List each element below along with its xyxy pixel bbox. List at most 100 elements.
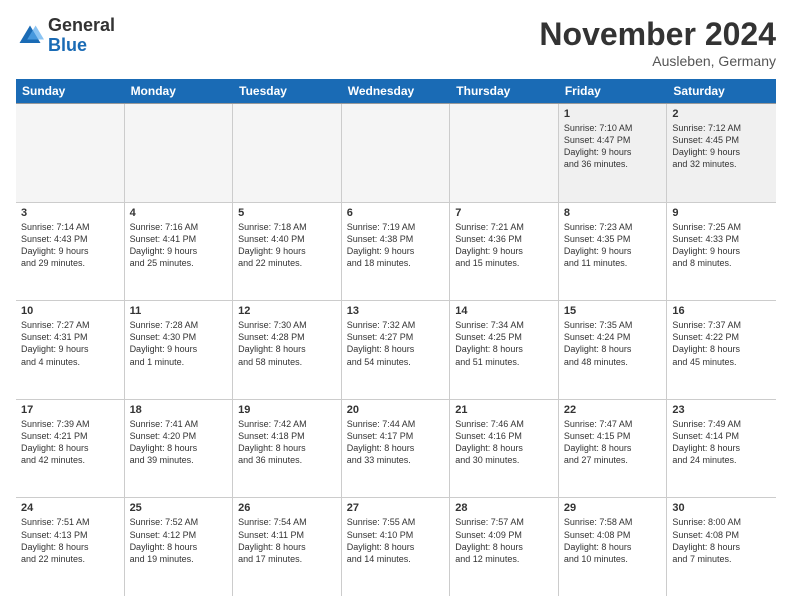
calendar-cell: 30Sunrise: 8:00 AM Sunset: 4:08 PM Dayli… [667,498,776,596]
day-info: Sunrise: 7:19 AM Sunset: 4:38 PM Dayligh… [347,221,445,270]
day-number: 16 [672,305,771,317]
day-number: 19 [238,404,336,416]
calendar-cell [342,104,451,202]
month-title: November 2024 [539,16,776,53]
day-number: 5 [238,207,336,219]
day-number: 17 [21,404,119,416]
calendar-week: 24Sunrise: 7:51 AM Sunset: 4:13 PM Dayli… [16,498,776,596]
day-number: 22 [564,404,662,416]
day-info: Sunrise: 7:14 AM Sunset: 4:43 PM Dayligh… [21,221,119,270]
day-info: Sunrise: 7:42 AM Sunset: 4:18 PM Dayligh… [238,418,336,467]
day-number: 4 [130,207,228,219]
day-info: Sunrise: 7:10 AM Sunset: 4:47 PM Dayligh… [564,122,662,171]
logo-general: General [48,16,115,36]
page: General Blue November 2024 Ausleben, Ger… [0,0,792,612]
day-number: 13 [347,305,445,317]
calendar-cell: 13 Sunrise: 7:32 AM Sunset: 4:27 PM Dayli… [342,301,451,399]
day-info: Sunrise: 7:27 AM Sunset: 4:31 PM Dayligh… [21,319,119,368]
calendar-cell: 25Sunrise: 7:52 AM Sunset: 4:12 PM Dayli… [125,498,234,596]
day-number: 9 [672,207,771,219]
day-info: Sunrise: 8:00 AM Sunset: 4:08 PM Dayligh… [672,516,771,565]
calendar-cell: 21Sunrise: 7:46 AM Sunset: 4:16 PM Dayli… [450,400,559,498]
calendar-cell: 8Sunrise: 7:23 AM Sunset: 4:35 PM Daylig… [559,203,668,301]
header: General Blue November 2024 Ausleben, Ger… [16,16,776,69]
day-info: Sunrise: 7:12 AM Sunset: 4:45 PM Dayligh… [672,122,771,171]
day-info: Sunrise: 7:18 AM Sunset: 4:40 PM Dayligh… [238,221,336,270]
day-number: 10 [21,305,119,317]
calendar-cell: 29 Sunrise: 7:58 AM Sunset: 4:08 PM Dayli… [559,498,668,596]
day-info: Sunrise: 7:37 AM Sunset: 4:22 PM Dayligh… [672,319,771,368]
day-number: 1 [564,108,662,120]
calendar-body: 1 Sunrise: 7:10 AM Sunset: 4:47 PM Daylig… [16,104,776,596]
day-info: Sunrise: 7:54 AM Sunset: 4:11 PM Dayligh… [238,516,336,565]
day-number: 23 [672,404,771,416]
calendar-cell: 9 Sunrise: 7:25 AM Sunset: 4:33 PM Daylig… [667,203,776,301]
day-info: Sunrise: 7:39 AM Sunset: 4:21 PM Dayligh… [21,418,119,467]
day-info: Sunrise: 7:16 AM Sunset: 4:41 PM Dayligh… [130,221,228,270]
day-number: 3 [21,207,119,219]
day-number: 14 [455,305,553,317]
calendar-cell [16,104,125,202]
calendar: SundayMondayTuesdayWednesdayThursdayFrid… [16,79,776,596]
calendar-week: 17 Sunrise: 7:39 AM Sunset: 4:21 PM Dayli… [16,400,776,499]
day-number: 6 [347,207,445,219]
day-number: 29 [564,502,662,514]
calendar-cell: 18Sunrise: 7:41 AM Sunset: 4:20 PM Dayli… [125,400,234,498]
day-number: 15 [564,305,662,317]
calendar-cell: 12Sunrise: 7:30 AM Sunset: 4:28 PM Dayli… [233,301,342,399]
calendar-week: 3 Sunrise: 7:14 AM Sunset: 4:43 PM Daylig… [16,203,776,302]
day-number: 21 [455,404,553,416]
day-info: Sunrise: 7:44 AM Sunset: 4:17 PM Dayligh… [347,418,445,467]
calendar-cell: 15 Sunrise: 7:35 AM Sunset: 4:24 PM Dayli… [559,301,668,399]
location: Ausleben, Germany [539,53,776,69]
day-info: Sunrise: 7:52 AM Sunset: 4:12 PM Dayligh… [130,516,228,565]
day-info: Sunrise: 7:32 AM Sunset: 4:27 PM Dayligh… [347,319,445,368]
logo-blue: Blue [48,36,115,56]
day-info: Sunrise: 7:28 AM Sunset: 4:30 PM Dayligh… [130,319,228,368]
calendar-cell: 16 Sunrise: 7:37 AM Sunset: 4:22 PM Dayli… [667,301,776,399]
weekday-header: Thursday [450,79,559,103]
calendar-cell: 2 Sunrise: 7:12 AM Sunset: 4:45 PM Daylig… [667,104,776,202]
logo-icon [16,22,44,50]
day-info: Sunrise: 7:58 AM Sunset: 4:08 PM Dayligh… [564,516,662,565]
day-number: 20 [347,404,445,416]
calendar-cell: 22 Sunrise: 7:47 AM Sunset: 4:15 PM Dayli… [559,400,668,498]
weekday-header: Wednesday [342,79,451,103]
calendar-cell [450,104,559,202]
calendar-cell: 27 Sunrise: 7:55 AM Sunset: 4:10 PM Dayli… [342,498,451,596]
weekday-header: Saturday [667,79,776,103]
day-info: Sunrise: 7:21 AM Sunset: 4:36 PM Dayligh… [455,221,553,270]
day-number: 27 [347,502,445,514]
calendar-cell: 1 Sunrise: 7:10 AM Sunset: 4:47 PM Daylig… [559,104,668,202]
calendar-cell: 4 Sunrise: 7:16 AM Sunset: 4:41 PM Daylig… [125,203,234,301]
day-info: Sunrise: 7:49 AM Sunset: 4:14 PM Dayligh… [672,418,771,467]
day-info: Sunrise: 7:25 AM Sunset: 4:33 PM Dayligh… [672,221,771,270]
calendar-cell: 17 Sunrise: 7:39 AM Sunset: 4:21 PM Dayli… [16,400,125,498]
logo: General Blue [16,16,115,56]
day-info: Sunrise: 7:55 AM Sunset: 4:10 PM Dayligh… [347,516,445,565]
weekday-header: Sunday [16,79,125,103]
calendar-cell [233,104,342,202]
calendar-cell: 11Sunrise: 7:28 AM Sunset: 4:30 PM Dayli… [125,301,234,399]
day-number: 8 [564,207,662,219]
title-block: November 2024 Ausleben, Germany [539,16,776,69]
calendar-week: 10 Sunrise: 7:27 AM Sunset: 4:31 PM Dayli… [16,301,776,400]
calendar-cell: 19 Sunrise: 7:42 AM Sunset: 4:18 PM Dayli… [233,400,342,498]
calendar-cell: 6 Sunrise: 7:19 AM Sunset: 4:38 PM Daylig… [342,203,451,301]
day-info: Sunrise: 7:34 AM Sunset: 4:25 PM Dayligh… [455,319,553,368]
calendar-cell: 20 Sunrise: 7:44 AM Sunset: 4:17 PM Dayli… [342,400,451,498]
day-number: 24 [21,502,119,514]
day-info: Sunrise: 7:47 AM Sunset: 4:15 PM Dayligh… [564,418,662,467]
calendar-cell: 5 Sunrise: 7:18 AM Sunset: 4:40 PM Daylig… [233,203,342,301]
day-number: 28 [455,502,553,514]
calendar-cell: 3 Sunrise: 7:14 AM Sunset: 4:43 PM Daylig… [16,203,125,301]
day-number: 2 [672,108,771,120]
day-info: Sunrise: 7:35 AM Sunset: 4:24 PM Dayligh… [564,319,662,368]
day-info: Sunrise: 7:57 AM Sunset: 4:09 PM Dayligh… [455,516,553,565]
calendar-cell: 23 Sunrise: 7:49 AM Sunset: 4:14 PM Dayli… [667,400,776,498]
calendar-week: 1 Sunrise: 7:10 AM Sunset: 4:47 PM Daylig… [16,104,776,203]
day-number: 18 [130,404,228,416]
calendar-cell: 28 Sunrise: 7:57 AM Sunset: 4:09 PM Dayli… [450,498,559,596]
calendar-cell: 10 Sunrise: 7:27 AM Sunset: 4:31 PM Dayli… [16,301,125,399]
day-info: Sunrise: 7:30 AM Sunset: 4:28 PM Dayligh… [238,319,336,368]
